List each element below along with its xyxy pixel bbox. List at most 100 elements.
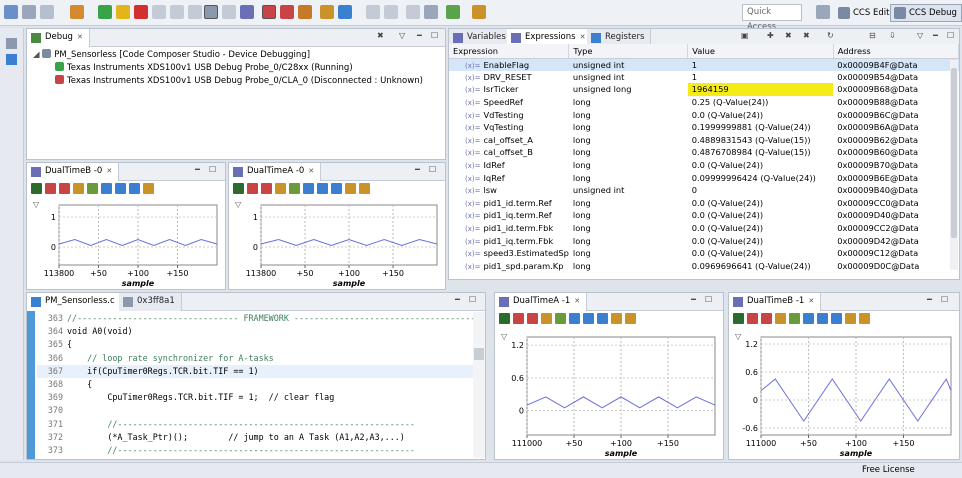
code-line[interactable]: 365 { — [37, 338, 473, 351]
forward-icon[interactable] — [384, 5, 398, 19]
close-icon[interactable]: ✕ — [106, 167, 112, 175]
table-row[interactable]: (x)= IsrTicker unsigned long 1964159 0x00009… — [449, 83, 959, 96]
value-cell[interactable]: 0.0 (Q-Value(24)) — [688, 159, 833, 172]
table-row[interactable]: (x)= lsw unsigned int 0 0x00009B40@Data — [449, 184, 959, 197]
marker-icon[interactable] — [247, 183, 258, 194]
code-area[interactable]: 363 //-------------------------------- FR… — [37, 312, 473, 458]
maximize-icon[interactable]: ☐ — [947, 31, 954, 40]
external-tools-icon[interactable] — [446, 5, 460, 19]
perspective-ccs-debug[interactable]: CCS Debug — [890, 4, 962, 22]
code-line[interactable]: 373 //----------------------------------… — [37, 444, 473, 457]
marker-icon[interactable] — [513, 313, 524, 324]
view-menu-icon[interactable]: ▽ — [917, 31, 923, 40]
table-row[interactable]: (x)= pid1_spd.param.Kp long 0.0969696641 (Q… — [449, 260, 959, 273]
remove-all-icon[interactable]: ✖ — [803, 31, 810, 40]
measure-icon[interactable] — [261, 183, 272, 194]
tab-pm-sensorless-c[interactable]: PM_Sensorless.c✕ — [27, 293, 132, 311]
restore-icon[interactable] — [6, 38, 17, 49]
zoom-fit-icon[interactable] — [831, 313, 842, 324]
table-row[interactable]: (x)= VdTesting long 0.0 (Q-Value(24)) 0x0000… — [449, 108, 959, 121]
cursor-icon[interactable] — [775, 313, 786, 324]
code-line[interactable]: 367 if(CpuTimer0Regs.TCR.bit.TIF == 1) — [37, 364, 473, 379]
remove-expression-icon[interactable]: ✖ — [785, 31, 792, 40]
data-icon[interactable] — [789, 313, 800, 324]
table-row[interactable]: (x)= pid1_iq.term.Fbk long 0.0 (Q-Value(24)… — [449, 234, 959, 247]
value-cell[interactable]: 0.25 (Q-Value(24)) — [688, 96, 833, 109]
maximize-icon[interactable]: ☐ — [209, 165, 216, 174]
minimize-icon[interactable]: ━ — [927, 295, 932, 304]
cursor-icon[interactable] — [73, 183, 84, 194]
column-value[interactable]: Value — [687, 44, 834, 59]
tree-item-c28xx[interactable]: Texas Instruments XDS100v1 USB Debug Pro… — [33, 62, 439, 75]
zoom-fit-icon[interactable] — [331, 183, 342, 194]
cursor-icon[interactable] — [541, 313, 552, 324]
table-row[interactable]: (x)= DRV_RESET unsigned int 1 0x00009B54@Dat… — [449, 71, 959, 84]
scrollbar-thumb[interactable] — [951, 68, 957, 238]
zoom-out-icon[interactable] — [817, 313, 828, 324]
add-expression-icon[interactable]: ✚ — [767, 31, 774, 40]
refresh-icon[interactable] — [611, 313, 622, 324]
refresh-icon[interactable] — [845, 313, 856, 324]
maximize-icon[interactable]: ☐ — [429, 165, 436, 174]
view-menu-icon[interactable]: ▽ — [399, 31, 405, 40]
minimize-icon[interactable]: ━ — [691, 295, 696, 304]
table-row[interactable]: (x)= SpeedRef long 0.25 (Q-Value(24)) 0x0000… — [449, 96, 959, 109]
value-cell[interactable]: 0.0 (Q-Value(24)) — [688, 108, 833, 121]
value-cell[interactable]: 1 — [688, 71, 833, 84]
value-cell[interactable]: 0.0 (Q-Value(24)) — [688, 222, 833, 235]
load-program-icon[interactable] — [298, 5, 312, 19]
save-icon[interactable] — [22, 5, 36, 19]
tree-item-cla[interactable]: Texas Instruments XDS100v1 USB Debug Pro… — [33, 75, 439, 88]
minimize-icon[interactable]: ━ — [455, 295, 460, 304]
auto-scale-icon[interactable] — [625, 313, 636, 324]
marker-icon[interactable] — [45, 183, 56, 194]
terminate-icon[interactable] — [134, 5, 148, 19]
zoom-out-icon[interactable] — [115, 183, 126, 194]
zoom-in-icon[interactable] — [803, 313, 814, 324]
value-cell[interactable]: 0.0 (Q-Value(24)) — [688, 197, 833, 210]
table-row[interactable]: (x)= IdRef long 0.0 (Q-Value(24)) 0x00009B70… — [449, 159, 959, 172]
zoom-out-icon[interactable] — [317, 183, 328, 194]
table-row[interactable]: (x)= cal_offset_B long 0.4876708984 (Q-Valu… — [449, 146, 959, 159]
new-icon[interactable] — [4, 5, 18, 19]
value-cell[interactable]: 1964159 — [687, 83, 834, 96]
value-cell[interactable]: 1 — [687, 58, 834, 71]
graph-setup-icon[interactable] — [233, 183, 244, 194]
import-icon[interactable]: ⇩ — [889, 31, 896, 40]
graph-setup-icon[interactable] — [499, 313, 510, 324]
search-icon[interactable] — [406, 5, 420, 19]
disconnect-icon[interactable] — [262, 5, 276, 19]
value-cell[interactable]: 0.0 (Q-Value(24)) — [688, 247, 833, 260]
zoom-out-icon[interactable] — [583, 313, 594, 324]
code-line[interactable]: 370 — [37, 404, 473, 417]
cursor-icon[interactable] — [275, 183, 286, 194]
graph-setup-icon[interactable] — [31, 183, 42, 194]
marker-icon[interactable] — [747, 313, 758, 324]
graph-setup-icon[interactable] — [733, 313, 744, 324]
code-line[interactable]: 369 CpuTimer0Regs.TCR.bit.TIF = 1; // cl… — [37, 391, 473, 404]
minimize-icon[interactable]: ━ — [417, 31, 422, 40]
data-icon[interactable] — [87, 183, 98, 194]
table-row[interactable]: (x)= speed3.EstimatedSp long 0.0 (Q-Value(2… — [449, 247, 959, 260]
table-row[interactable]: (x)= IqRef long 0.09999996424 (Q-Value(24))… — [449, 171, 959, 184]
debug-icon[interactable] — [320, 5, 334, 19]
value-cell[interactable]: 0 — [688, 184, 833, 197]
maximize-icon[interactable]: ☐ — [705, 295, 712, 304]
tab-dualtimea-1[interactable]: DualTimeA -1 ✕ — [495, 293, 588, 311]
remove-terminated-icon[interactable]: ✖ — [377, 31, 384, 40]
tab-dualtimeb-1[interactable]: DualTimeB -1 ✕ — [729, 293, 822, 311]
refresh-icon[interactable] — [143, 183, 154, 194]
tree-item-project[interactable]: ◢ PM_Sensorless [Code Composer Studio - … — [33, 49, 439, 62]
tab-dualtimea-0[interactable]: DualTimeA -0 ✕ — [229, 163, 322, 181]
connect-icon[interactable] — [280, 5, 294, 19]
code-line[interactable]: 364 void A0(void) — [37, 325, 473, 338]
table-row[interactable]: (x)= pid1_iq.term.Ref long 0.0 (Q-Value(24)… — [449, 209, 959, 222]
suspend-icon[interactable] — [116, 5, 130, 19]
close-icon[interactable]: ✕ — [77, 33, 83, 41]
code-line[interactable]: 372 (*A_Task_Ptr)(); // jump to an A Tas… — [37, 431, 473, 444]
value-cell[interactable]: 0.0 (Q-Value(24)) — [688, 234, 833, 247]
instruction-step-icon[interactable] — [204, 5, 218, 19]
resume-icon[interactable] — [98, 5, 112, 19]
maximize-icon[interactable]: ☐ — [431, 31, 438, 40]
close-icon[interactable]: ✕ — [808, 297, 814, 305]
